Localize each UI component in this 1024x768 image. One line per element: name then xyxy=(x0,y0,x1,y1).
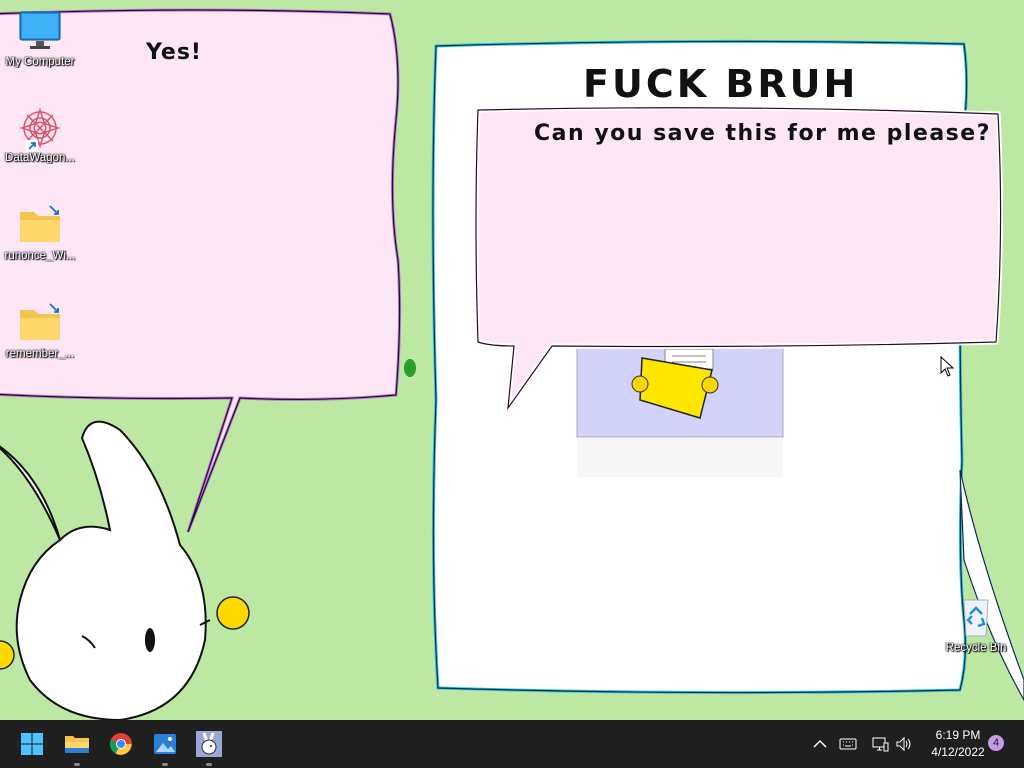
recycle-bin-icon xyxy=(952,596,1000,638)
taskbar-clock[interactable]: 6:19 PM 4/12/2022 xyxy=(920,727,996,761)
photos-icon xyxy=(154,734,176,754)
start-button[interactable] xyxy=(16,728,48,760)
desktop-icon-my-computer[interactable]: My Computer xyxy=(0,10,80,68)
network-icon xyxy=(872,737,889,752)
taskbar-chrome[interactable] xyxy=(105,728,137,760)
wallpaper xyxy=(0,8,1024,720)
keyboard-icon xyxy=(839,738,857,750)
desktop-icon-remember[interactable]: remember_... xyxy=(0,302,80,360)
clock-time: 6:19 PM xyxy=(935,728,981,742)
clock-date: 4/12/2022 xyxy=(931,745,985,759)
monitor-icon xyxy=(16,10,64,52)
network-button[interactable] xyxy=(869,720,891,768)
mouse-cursor-icon xyxy=(940,356,955,377)
chrome-icon xyxy=(109,733,132,755)
folder-shortcut-icon xyxy=(16,302,64,344)
speaker-icon xyxy=(896,736,911,752)
mandala-shortcut-icon xyxy=(16,106,64,152)
running-indicator xyxy=(162,763,168,766)
desktop-icon-label: remember_... xyxy=(5,348,75,360)
desktop-icon-label: runonce_Wi... xyxy=(4,250,76,262)
desktop-icon-datawagon[interactable]: DataWagon... xyxy=(0,106,80,164)
left-speech-bubble xyxy=(0,8,402,533)
left-bubble-text: Yes! xyxy=(146,40,202,65)
bunny-icon xyxy=(196,731,222,757)
windows-start-icon xyxy=(21,733,43,755)
taskbar-photos[interactable] xyxy=(149,728,181,766)
running-indicator xyxy=(74,763,80,766)
keyboard-button[interactable] xyxy=(837,720,859,768)
right-bubble-text: Can you save this for me please? xyxy=(534,121,991,146)
desktop-icon-recycle-bin[interactable]: Recycle Bin xyxy=(936,596,1016,654)
desktop-icon-runonce[interactable]: runonce_Wi... xyxy=(0,204,80,262)
folder-icon xyxy=(65,736,89,753)
taskbar: 6:19 PM 4/12/2022 xyxy=(0,720,1024,768)
running-indicator xyxy=(206,763,212,766)
taskbar-bunny-app[interactable] xyxy=(193,728,225,766)
folder-shortcut-icon xyxy=(16,204,64,246)
taskbar-file-explorer[interactable] xyxy=(61,728,93,766)
right-panel-title: FUCK BRUH xyxy=(583,62,859,106)
tray-overflow-button[interactable] xyxy=(810,720,830,768)
chevron-up-icon xyxy=(813,739,827,748)
notification-badge[interactable]: 4 xyxy=(988,735,1004,751)
volume-button[interactable] xyxy=(893,720,915,768)
desktop-icon-label: My Computer xyxy=(5,56,75,68)
desktop-icon-label: Recycle Bin xyxy=(945,642,1007,654)
